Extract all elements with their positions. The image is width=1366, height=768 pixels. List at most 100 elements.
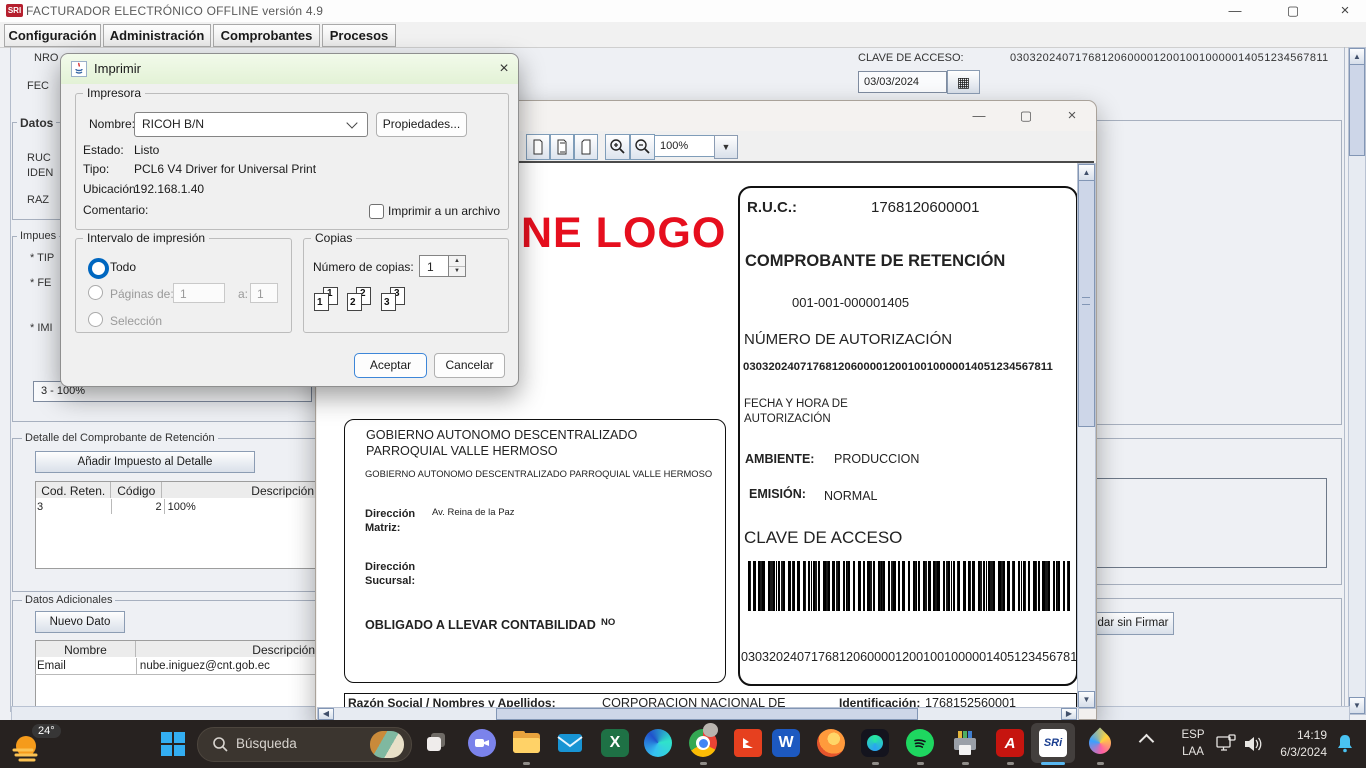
page-portrait-icon[interactable] xyxy=(526,134,550,160)
spinner-up-icon[interactable]: ▲ xyxy=(449,256,465,267)
doc-left-box: GOBIERNO AUTONOMO DESCENTRALIZADO PARROQ… xyxy=(344,419,726,683)
doc-numero: 001-001-000001405 xyxy=(792,295,909,310)
menu-administracion[interactable]: Administración xyxy=(103,24,211,47)
preview-hscroll-left[interactable]: ◀ xyxy=(318,708,334,720)
fecha-field[interactable]: 03/03/2024 xyxy=(858,71,947,93)
start-button[interactable] xyxy=(158,729,187,758)
zoom-out-icon[interactable] xyxy=(630,134,655,160)
nitro-pdf-icon[interactable] xyxy=(734,729,763,758)
language-indicator[interactable]: ESP LAA xyxy=(1176,727,1210,761)
preview-close-button[interactable]: × xyxy=(1057,106,1087,126)
preview-hscroll-right[interactable]: ▶ xyxy=(1061,708,1077,720)
doc-razon-value: CORPORACION NACIONAL DE xyxy=(602,696,786,707)
excel-icon[interactable]: X xyxy=(601,729,630,758)
cancelar-button[interactable]: Cancelar xyxy=(434,353,505,378)
print-dialog-title: Imprimir xyxy=(94,61,141,76)
mail-app-icon[interactable] xyxy=(556,729,585,758)
adicionales-table-row[interactable]: Email nube.iniguez@cnt.gob.ec xyxy=(35,658,316,675)
detalle-header-codigo[interactable]: Código xyxy=(111,482,162,499)
paginas-de-field[interactable]: 1 xyxy=(173,283,225,303)
webex-icon[interactable] xyxy=(861,729,890,758)
printer-running-indicator xyxy=(962,762,969,765)
firefox-icon[interactable] xyxy=(817,729,846,758)
print-dialog-close-icon[interactable]: × xyxy=(491,59,517,79)
taskbar: 24° Búsqueda X xyxy=(0,720,1366,768)
zoom-in-icon[interactable] xyxy=(605,134,630,160)
calendar-button[interactable]: ▦ xyxy=(947,70,980,94)
doc-emisor-nombre-2: GOBIERNO AUTONOMO DESCENTRALIZADO PARROQ… xyxy=(365,468,721,479)
guardar-sin-firmar-button[interactable]: dar sin Firmar xyxy=(1092,612,1174,635)
page-margins-icon[interactable] xyxy=(550,134,574,160)
color-drop-app-icon[interactable] xyxy=(1086,729,1115,758)
notification-bell-icon[interactable] xyxy=(1334,732,1356,759)
tray-expand-chevron-icon[interactable] xyxy=(1141,736,1152,747)
tipo-impuesto-label: * TIP xyxy=(30,252,54,264)
doc-ruc-label: R.U.C.: xyxy=(747,199,797,216)
detalle-header-descripcion[interactable]: Descripción xyxy=(162,482,317,499)
paginas-a-field[interactable]: 1 xyxy=(250,283,278,303)
weather-widget[interactable]: 24° xyxy=(10,724,90,766)
print-to-file-label: Imprimir a un archivo xyxy=(388,204,500,218)
doc-emision-value: NORMAL xyxy=(824,489,877,503)
close-button[interactable]: × xyxy=(1328,0,1362,21)
maximize-button[interactable]: ▢ xyxy=(1276,0,1310,21)
num-copias-label: Número de copias: xyxy=(313,260,414,274)
todo-radio[interactable] xyxy=(88,258,109,279)
acrobat-icon[interactable]: A xyxy=(996,729,1025,758)
adicionales-header-descripcion[interactable]: Descripción xyxy=(136,641,317,658)
print-to-file-checkbox[interactable] xyxy=(369,204,384,219)
preview-vscroll-down[interactable]: ▼ xyxy=(1078,691,1095,708)
clave-acceso-label: CLAVE DE ACCESO: xyxy=(858,52,964,64)
clock[interactable]: 14:19 6/3/2024 xyxy=(1277,727,1327,761)
search-box[interactable]: Búsqueda xyxy=(197,727,412,762)
propiedades-button[interactable]: Propiedades... xyxy=(376,112,467,137)
sri-active-indicator xyxy=(1041,762,1065,765)
nuevo-dato-button[interactable]: Nuevo Dato xyxy=(35,611,125,633)
preview-minimize-button[interactable]: — xyxy=(964,106,994,126)
detalle-cell-cod: 3 xyxy=(35,499,112,514)
preview-vscroll-grip xyxy=(1082,297,1090,305)
file-explorer-icon[interactable] xyxy=(512,729,541,758)
paginas-radio[interactable] xyxy=(88,285,103,300)
edge-icon[interactable] xyxy=(644,729,673,758)
anadir-impuesto-button[interactable]: Añadir Impuesto al Detalle xyxy=(35,451,255,473)
detalle-header-cod[interactable]: Cod. Reten. xyxy=(36,482,111,499)
seleccion-radio[interactable] xyxy=(88,312,103,327)
volume-icon[interactable] xyxy=(1242,733,1264,760)
chat-app-icon[interactable] xyxy=(468,729,497,758)
detalle-table-row[interactable]: 3 2 100% xyxy=(35,499,316,514)
zoom-level-field[interactable]: 100% xyxy=(654,135,719,157)
doc-num-aut-label: NÚMERO DE AUTORIZACIÓN xyxy=(744,331,952,348)
sri-taskbar-active-tile[interactable]: SRi xyxy=(1031,723,1075,763)
printer-app-icon[interactable] xyxy=(950,729,979,758)
adicionales-header-nombre[interactable]: Nombre xyxy=(36,641,136,658)
main-vscroll-down[interactable]: ▼ xyxy=(1349,697,1365,714)
doc-ambiente-label: AMBIENTE: xyxy=(745,452,814,466)
printer-select[interactable]: RICOH B/N xyxy=(134,112,368,137)
network-icon[interactable] xyxy=(1215,733,1237,760)
num-copias-field[interactable]: 1 xyxy=(419,255,449,277)
search-highlight-image[interactable] xyxy=(370,731,404,758)
page-landscape-icon[interactable] xyxy=(574,134,598,160)
chrome-icon[interactable] xyxy=(689,729,718,758)
main-vscroll-thumb[interactable] xyxy=(1349,64,1365,156)
zoom-dropdown-button[interactable]: ▼ xyxy=(714,135,738,159)
adicionales-group-title: Datos Adicionales xyxy=(22,594,115,606)
fec-label: FEC xyxy=(27,80,49,92)
preview-vscroll-up[interactable]: ▲ xyxy=(1078,164,1095,181)
word-icon[interactable]: W xyxy=(772,729,801,758)
copias-group-title: Copias xyxy=(311,232,356,245)
minimize-button[interactable]: — xyxy=(1218,0,1252,21)
preview-hscroll-thumb[interactable] xyxy=(496,708,918,720)
aceptar-button[interactable]: Aceptar xyxy=(354,353,427,378)
num-copias-spinner[interactable]: ▲ ▼ xyxy=(449,255,466,277)
menu-configuracion[interactable]: Configuración xyxy=(4,24,101,47)
task-view-button[interactable] xyxy=(424,729,453,758)
preview-maximize-button[interactable]: ▢ xyxy=(1011,106,1041,126)
spinner-down-icon[interactable]: ▼ xyxy=(449,267,465,276)
menu-comprobantes[interactable]: Comprobantes xyxy=(213,24,320,47)
spotify-icon[interactable] xyxy=(906,729,935,758)
doc-dir-sucursal-label: Dirección Sucursal: xyxy=(365,560,429,588)
main-vscroll-up[interactable]: ▲ xyxy=(1349,48,1365,65)
menu-procesos[interactable]: Procesos xyxy=(322,24,396,47)
